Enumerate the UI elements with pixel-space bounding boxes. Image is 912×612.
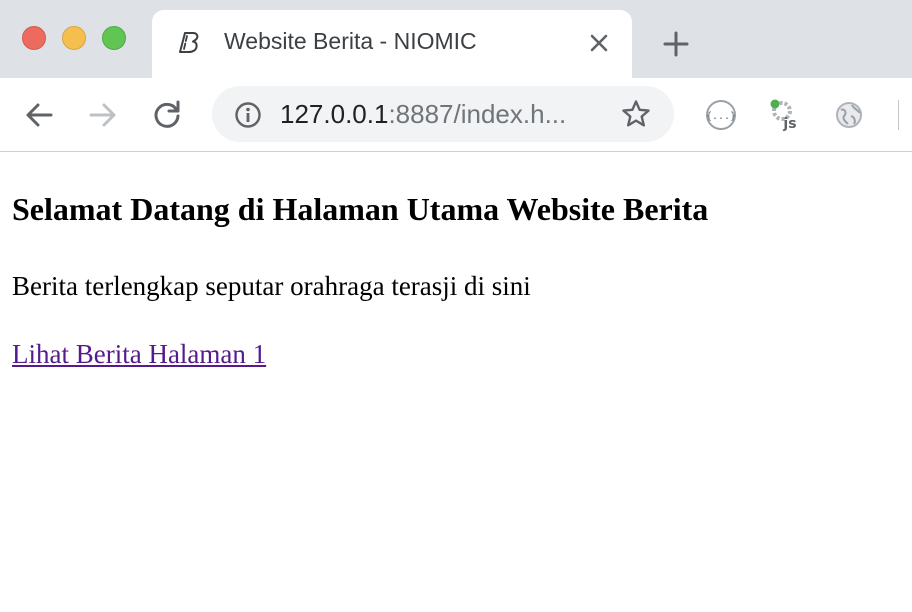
new-tab-icon[interactable] bbox=[662, 30, 690, 58]
forward-arrow-icon[interactable] bbox=[86, 98, 120, 132]
info-icon[interactable] bbox=[234, 101, 262, 129]
json-viewer-icon[interactable]: {...} bbox=[704, 98, 738, 132]
close-window-button[interactable] bbox=[22, 26, 46, 50]
toolbar-divider bbox=[898, 100, 899, 130]
news-page-1-link[interactable]: Lihat Berita Halaman 1 bbox=[12, 339, 266, 370]
url-host: 127.0.0.1 bbox=[280, 99, 389, 129]
globe-extension-icon[interactable] bbox=[832, 98, 866, 132]
browser-toolbar: 127.0.0.1:8887/index.h... {...} js bbox=[0, 78, 912, 152]
close-tab-icon[interactable] bbox=[588, 32, 610, 54]
tab-title: Website Berita - NIOMIC bbox=[224, 28, 477, 54]
svg-text:js: js bbox=[782, 116, 796, 132]
page-heading: Selamat Datang di Halaman Utama Website … bbox=[12, 191, 709, 227]
reload-icon[interactable] bbox=[150, 98, 184, 132]
url-path: :8887/index.h... bbox=[388, 99, 567, 129]
minimize-window-button[interactable] bbox=[62, 26, 86, 50]
browser-tab[interactable]: Website Berita - NIOMIC bbox=[152, 10, 632, 78]
address-bar[interactable]: 127.0.0.1:8887/index.h... bbox=[212, 86, 674, 142]
back-arrow-icon[interactable] bbox=[22, 98, 56, 132]
fullscreen-window-button[interactable] bbox=[102, 26, 126, 50]
page-content: Selamat Datang di Halaman Utama Website … bbox=[0, 153, 912, 612]
js-extension-icon[interactable]: js bbox=[768, 98, 802, 132]
address-url[interactable]: 127.0.0.1:8887/index.h... bbox=[280, 99, 566, 130]
bootstrap-studio-icon bbox=[179, 32, 199, 53]
svg-text:{...}: {...} bbox=[706, 111, 736, 122]
page-paragraph: Berita terlengkap seputar orahraga teras… bbox=[12, 271, 531, 301]
star-icon[interactable] bbox=[620, 98, 652, 130]
browser-titlebar: Website Berita - NIOMIC bbox=[0, 0, 912, 78]
